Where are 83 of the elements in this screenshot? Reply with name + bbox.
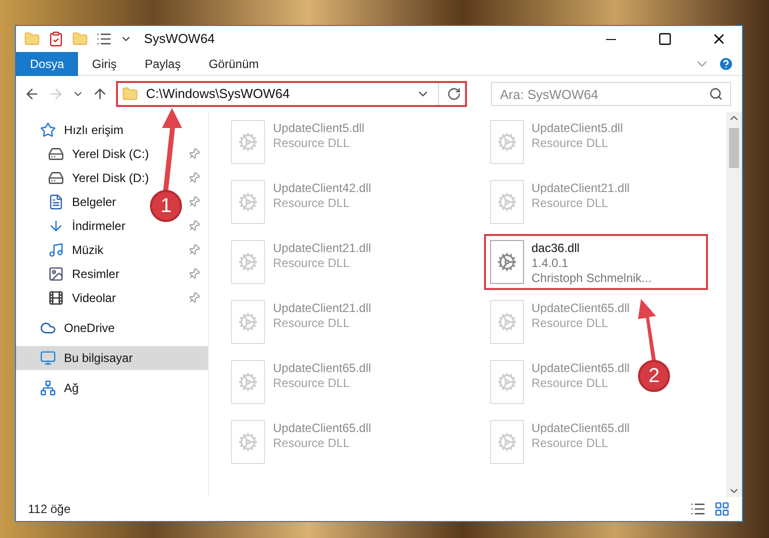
- file-detail: Resource DLL: [273, 136, 351, 151]
- help-icon[interactable]: [718, 56, 734, 72]
- status-item-count: 112 öğe: [28, 501, 70, 518]
- address-path: C:\Windows\SysWOW64: [146, 85, 291, 104]
- file-item[interactable]: dac36.dll 1.4.0.1 Christoph Schmelnik...: [484, 234, 708, 290]
- file-icon: [231, 240, 265, 284]
- sidebar-item[interactable]: OneDrive: [16, 316, 208, 340]
- search-icon: [709, 87, 723, 101]
- file-name: dac36.dll: [532, 240, 581, 256]
- file-name: UpdateClient5.dll: [273, 120, 364, 136]
- search-field[interactable]: Ara: SysWOW64: [491, 82, 731, 106]
- file-name: UpdateClient65.dll: [532, 300, 630, 316]
- file-detail: Resource DLL: [273, 376, 351, 391]
- file-detail: Resource DLL: [273, 316, 351, 331]
- ribbon-tab[interactable]: Görünüm: [194, 52, 273, 76]
- file-name: UpdateClient65.dll: [273, 420, 372, 436]
- file-name: UpdateClient65.dll: [532, 360, 630, 376]
- file-icon: [231, 420, 265, 464]
- file-icon: [231, 120, 265, 164]
- maximize-icon: [658, 32, 672, 46]
- file-detail: Resource DLL: [273, 436, 351, 451]
- details-view-icon[interactable]: [690, 501, 706, 517]
- file-detail: 1.4.0.1: [532, 256, 570, 271]
- file-name: UpdateClient65.dll: [273, 360, 372, 376]
- minimize-icon: [606, 38, 616, 40]
- file-icon: [490, 120, 524, 164]
- sidebar-item[interactable]: İndirmeler: [16, 214, 134, 238]
- computer-icon: [40, 350, 56, 366]
- file-name: UpdateClient42.dll: [273, 180, 372, 196]
- file-name: UpdateClient21.dll: [273, 240, 372, 256]
- refresh-icon[interactable]: [447, 87, 461, 101]
- file-name: UpdateClient65.dll: [532, 420, 630, 436]
- file-icon: [231, 180, 265, 224]
- sidebar-item[interactable]: Resimler: [16, 262, 128, 286]
- file-icon: [490, 420, 524, 464]
- file-name: UpdateClient21.dll: [273, 300, 372, 316]
- file-detail: Resource DLL: [532, 196, 610, 211]
- ribbon-tab[interactable]: Paylaş: [130, 52, 195, 76]
- ribbon-tab[interactable]: Dosya: [16, 52, 78, 76]
- network-icon: [40, 380, 56, 396]
- file-icon: [490, 360, 524, 404]
- file-detail: Resource DLL: [532, 436, 610, 451]
- file-name: UpdateClient21.dll: [532, 180, 630, 196]
- folder-icon: [122, 86, 138, 102]
- star-icon: [40, 122, 56, 138]
- picture-icon: [48, 266, 64, 282]
- file-icon: [231, 360, 265, 404]
- sidebar-item[interactable]: Hızlı erişim: [16, 118, 208, 142]
- view-list-icon[interactable]: [96, 31, 112, 47]
- document-icon: [48, 194, 64, 210]
- file-icon: [490, 240, 524, 284]
- sidebar-item[interactable]: Bu bilgisayar: [16, 346, 208, 370]
- file-detail: Resource DLL: [273, 196, 351, 211]
- drive-icon: [48, 170, 64, 186]
- address-bar[interactable]: C:\Windows\SysWOW64: [116, 81, 467, 107]
- sidebar-item[interactable]: Yerel Disk (C:): [16, 142, 157, 166]
- cloud-icon: [40, 320, 56, 336]
- file-icon: [231, 300, 265, 344]
- sidebar-item[interactable]: Yerel Disk (D:): [16, 166, 157, 190]
- back-icon[interactable]: [24, 86, 40, 102]
- film-icon: [48, 290, 64, 306]
- properties-icon[interactable]: [48, 31, 64, 47]
- file-icon: [490, 300, 524, 344]
- file-detail: Resource DLL: [273, 256, 351, 271]
- scrollbar-thumb[interactable]: [729, 128, 739, 168]
- music-note-icon: [48, 242, 64, 258]
- sidebar-item[interactable]: Videolar: [16, 286, 124, 310]
- sidebar-item[interactable]: Belgeler: [16, 190, 124, 214]
- up-icon[interactable]: [92, 86, 108, 102]
- file-detail: Resource DLL: [532, 376, 610, 391]
- ribbon-tab[interactable]: Giriş: [78, 52, 131, 76]
- file-icon: [490, 180, 524, 224]
- annotation-arrow: [638, 299, 656, 362]
- file-detail: Resource DLL: [532, 136, 610, 151]
- large-icons-view-icon[interactable]: [714, 501, 730, 517]
- drive-icon: [48, 146, 64, 162]
- sidebar-item[interactable]: Ağ: [16, 376, 208, 400]
- sidebar-item[interactable]: Müzik: [16, 238, 112, 262]
- file-detail: Resource DLL: [532, 316, 610, 331]
- window-title: SysWOW64: [144, 30, 215, 48]
- file-name: UpdateClient5.dll: [532, 120, 623, 136]
- file-detail: Christoph Schmelnik...: [532, 271, 652, 286]
- scrollbar[interactable]: [726, 112, 742, 497]
